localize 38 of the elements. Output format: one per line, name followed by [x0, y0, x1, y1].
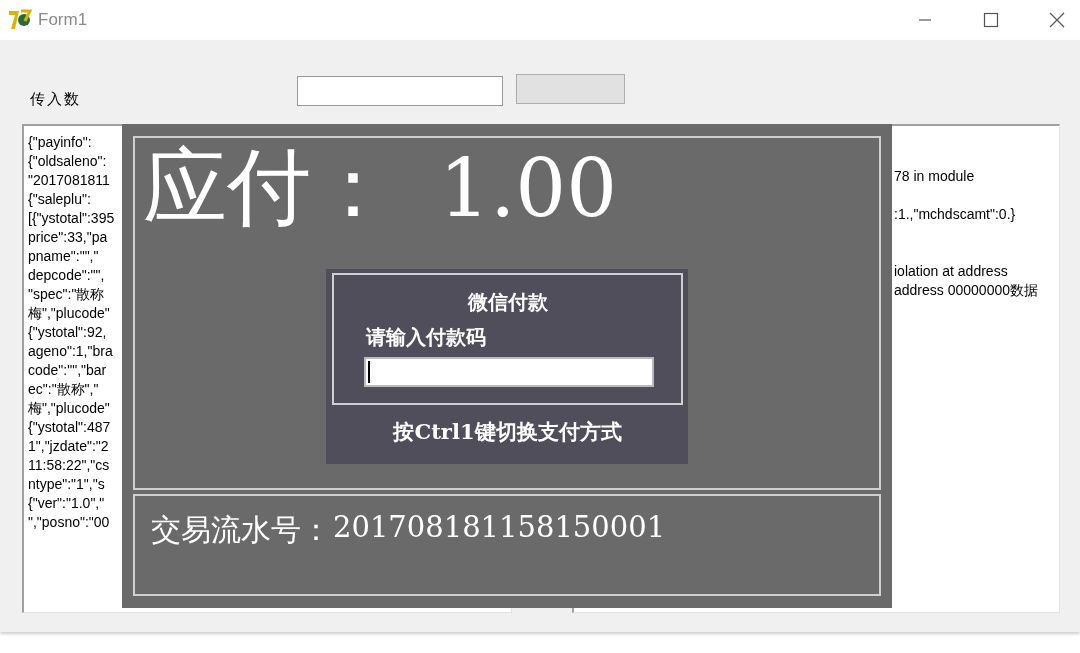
- memo-line: address 00000000数据: [894, 281, 1038, 300]
- memo-line: 78 in module: [894, 167, 975, 186]
- combo-box[interactable]: [297, 76, 503, 106]
- memo-line: iolation at address: [894, 262, 1008, 281]
- memo-line: ","posno":"00: [28, 513, 110, 532]
- code-label: 请输入付款码: [366, 324, 486, 351]
- switch-hint: 按Ctrl1键切换支付方式: [391, 418, 623, 446]
- memo-line: depcode":"",: [28, 266, 105, 285]
- memo-line: "spec":"散称: [28, 285, 105, 304]
- action-button[interactable]: [516, 74, 625, 104]
- memo-line: 梅","plucode": [28, 304, 110, 323]
- memo-line: 11:58:22","cs: [28, 456, 110, 475]
- memo-line: "2017081811: [28, 171, 110, 190]
- amount-label: 应付：: [143, 140, 395, 236]
- amount-value: 1.00: [439, 141, 618, 237]
- memo-line: price":33,"pa: [28, 228, 108, 247]
- memo-line: :1.,"mchdscamt":0.}: [894, 205, 1016, 224]
- memo-line: {"payinfo":: [28, 133, 92, 152]
- memo-line: pname":"",": [28, 247, 99, 266]
- input-label: 传入数: [30, 90, 81, 110]
- memo-line: ntype":"1","s: [28, 475, 105, 494]
- memo-line: 1","jzdate":"2: [28, 437, 109, 456]
- memo-line: [{"ystotal":395: [28, 209, 115, 228]
- method-title: 微信付款: [467, 289, 548, 316]
- memo-line: {"ver":"1.0",": [28, 494, 105, 513]
- app-icon: [8, 8, 32, 32]
- payment-code-field[interactable]: [363, 357, 654, 387]
- memo-line: ageno":1,"bra: [28, 342, 113, 361]
- memo-line: 梅","plucode": [28, 399, 110, 418]
- memo-line: code":"","bar: [28, 361, 107, 380]
- memo-line: ec":"散称",": [28, 380, 99, 399]
- serial-label: 交易流水号：: [151, 512, 331, 548]
- serial-number: 201708181158150001: [333, 510, 666, 544]
- memo-line: {"ystotal":92,: [28, 323, 107, 342]
- memo-line: {"saleplu":: [28, 190, 91, 209]
- window-title: Form1: [38, 10, 88, 30]
- memo-line: {"ystotal":487: [28, 418, 111, 437]
- memo-line: {"oldsaleno":: [28, 152, 107, 171]
